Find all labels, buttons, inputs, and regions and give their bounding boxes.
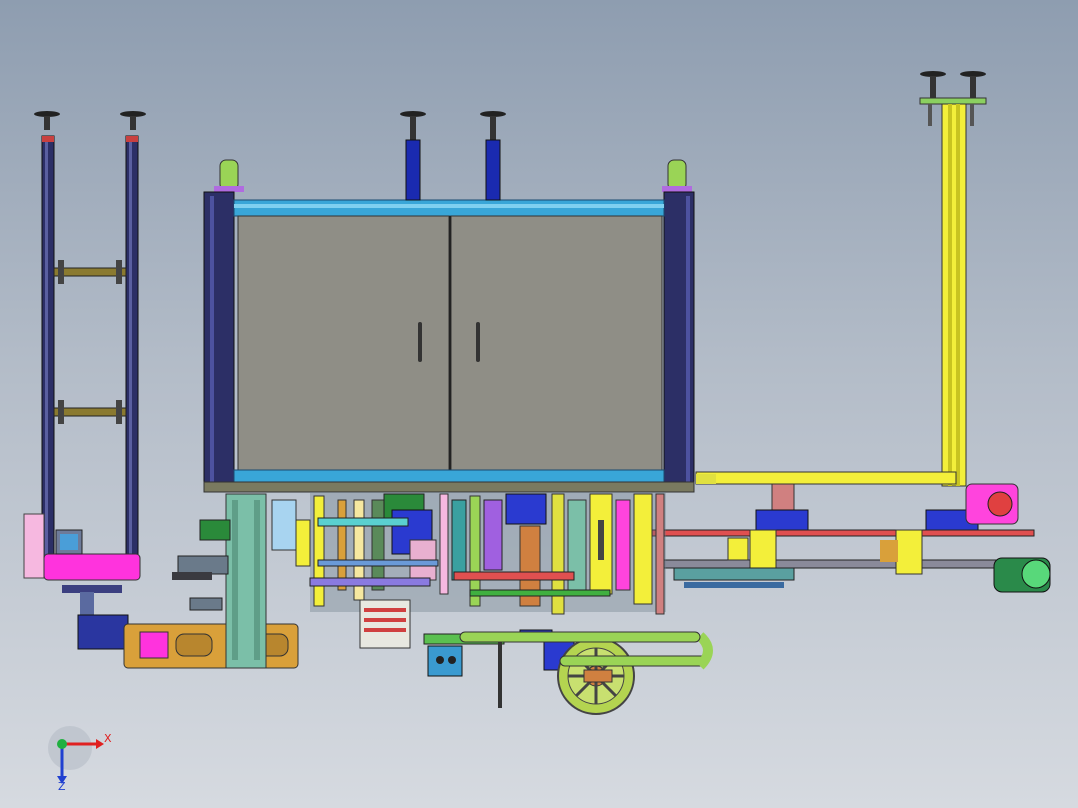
cabinet-frame-left — [203, 191, 235, 491]
assembly-model: X Z — [23, 71, 1051, 793]
center-uprights — [400, 111, 506, 201]
cad-viewport[interactable]: X Z — [0, 0, 1078, 808]
tower-drive-block — [77, 614, 129, 650]
y-axis-dot — [57, 739, 67, 749]
right-tower[interactable] — [919, 71, 987, 487]
tower-crossbar — [53, 407, 127, 417]
x-axis-label: X — [104, 732, 112, 745]
cabinet-door-right[interactable] — [450, 215, 663, 471]
cabinet-caster — [667, 159, 687, 191]
tower-crossbar — [53, 267, 127, 277]
cabinet-door-left[interactable] — [237, 215, 450, 471]
spoked-wheel[interactable] — [557, 637, 635, 715]
teal-support-column — [225, 493, 267, 669]
left-base-plate — [123, 623, 299, 669]
leveling-foot — [34, 111, 60, 130]
right-conveyor — [649, 483, 1051, 593]
tower-motor-housing — [43, 553, 141, 581]
leveling-foot — [120, 111, 146, 130]
cabinet-caster — [219, 159, 239, 191]
bottom-rail — [233, 469, 665, 483]
z-axis-label: Z — [58, 780, 66, 793]
tower-post — [941, 103, 967, 487]
door-handle[interactable] — [418, 322, 422, 362]
door-handle[interactable] — [476, 322, 480, 362]
yellow-arm — [695, 471, 957, 485]
left-tower[interactable] — [23, 111, 146, 650]
coordinate-triad: X Z — [48, 726, 112, 793]
tower-side-guard — [23, 513, 45, 579]
main-cabinet[interactable] — [203, 159, 695, 493]
